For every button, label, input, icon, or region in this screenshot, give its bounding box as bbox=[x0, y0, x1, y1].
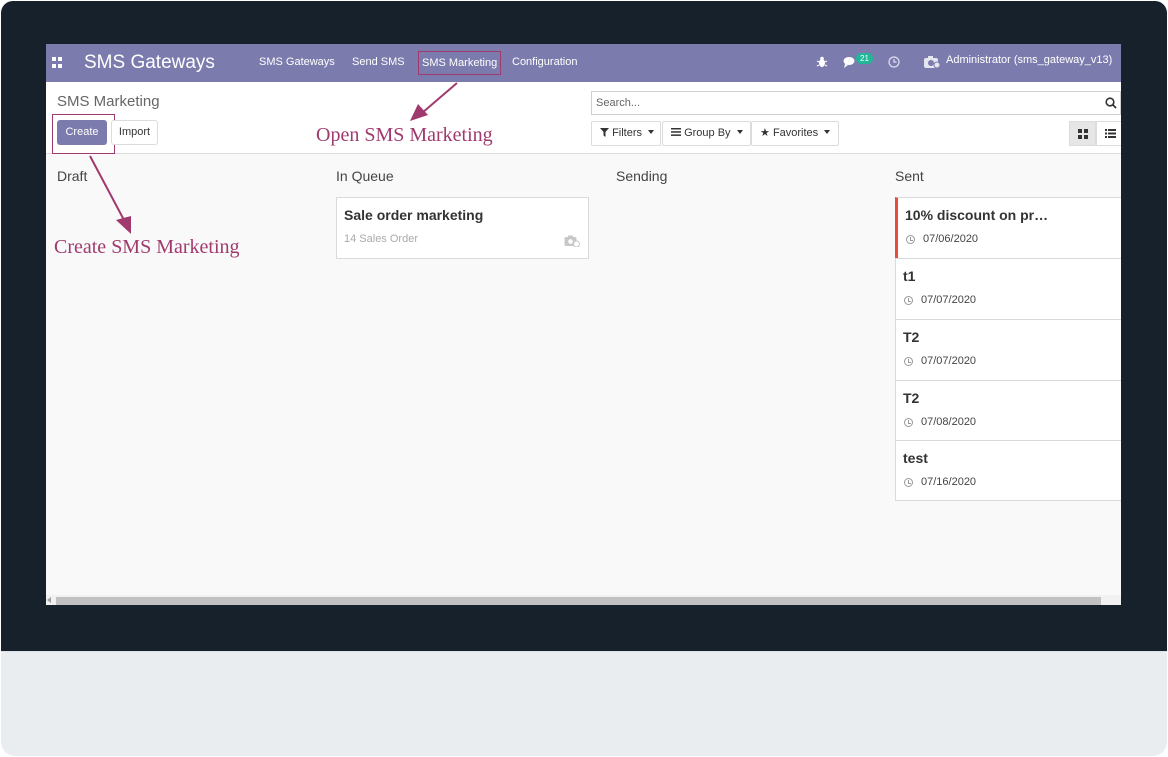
import-button[interactable]: Import bbox=[111, 120, 158, 145]
annotation-open: Open SMS Marketing bbox=[316, 124, 493, 146]
star-icon: ★ bbox=[760, 127, 770, 139]
messages-count-badge: 21 bbox=[856, 53, 873, 64]
horizontal-scrollbar[interactable] bbox=[46, 595, 1121, 605]
kanban-card[interactable]: 10% discount on pr… 07/06/2020 bbox=[895, 197, 1121, 259]
card-title: T2 bbox=[903, 390, 920, 406]
clock-icon bbox=[906, 235, 915, 244]
filter-icon bbox=[600, 128, 609, 137]
clock-icon bbox=[904, 296, 913, 305]
filters-button[interactable]: Filters bbox=[591, 121, 661, 146]
menu-sms-marketing[interactable]: SMS Marketing bbox=[418, 51, 502, 75]
user-name: Administrator (sms_gateway_v13) bbox=[946, 54, 1113, 66]
user-menu[interactable]: Administrator (sms_gateway_v13) bbox=[946, 54, 1121, 66]
favorites-button[interactable]: ★ Favorites bbox=[751, 121, 839, 146]
chat-icon[interactable] bbox=[843, 56, 857, 69]
card-title: test bbox=[903, 450, 928, 466]
card-date: 07/07/2020 bbox=[921, 355, 977, 367]
menu-sms-gateways[interactable]: SMS Gateways bbox=[259, 56, 335, 68]
monitor-stand bbox=[1, 651, 1167, 756]
app-brand: SMS Gateways bbox=[84, 52, 215, 73]
column-title-sent[interactable]: Sent bbox=[895, 168, 924, 184]
control-panel: SMS Marketing Create Import Filters Grou… bbox=[46, 82, 1121, 154]
card-subtitle: 14 Sales Order bbox=[344, 233, 418, 245]
create-button-highlight: Create bbox=[52, 114, 115, 154]
column-title-draft[interactable]: Draft bbox=[57, 168, 87, 184]
clock-icon[interactable] bbox=[888, 56, 900, 68]
filters-label: Filters bbox=[612, 127, 643, 139]
groupby-label: Group By bbox=[684, 127, 731, 139]
page-title: SMS Marketing bbox=[57, 93, 160, 110]
favorites-label: Favorites bbox=[772, 127, 819, 139]
kanban-card[interactable]: T2 07/08/2020 bbox=[895, 380, 1121, 442]
kanban-card[interactable]: Sale order marketing 14 Sales Order bbox=[336, 197, 589, 259]
card-date: 07/08/2020 bbox=[921, 416, 977, 428]
menu-send-sms[interactable]: Send SMS bbox=[352, 56, 405, 68]
clock-icon bbox=[904, 418, 913, 427]
top-navbar: SMS Gateways SMS Gateways Send SMS SMS M… bbox=[46, 44, 1121, 82]
card-title: 10% discount on pr… bbox=[905, 207, 1049, 223]
monitor-frame: SMS Gateways SMS Gateways Send SMS SMS M… bbox=[0, 0, 1168, 757]
kanban-board: Draft In Queue Sending Sent Sale order m… bbox=[46, 155, 1121, 595]
kanban-card[interactable]: test 07/16/2020 bbox=[895, 440, 1121, 501]
card-date: 07/07/2020 bbox=[921, 294, 977, 306]
bug-icon[interactable] bbox=[816, 56, 828, 68]
scrollbar-thumb[interactable] bbox=[56, 597, 1101, 605]
card-date: 07/06/2020 bbox=[923, 233, 979, 245]
annotation-create: Create SMS Marketing bbox=[54, 236, 240, 258]
search-bar bbox=[591, 91, 1121, 115]
card-title: T2 bbox=[903, 329, 920, 345]
column-title-sending[interactable]: Sending bbox=[616, 168, 667, 184]
kanban-view-button[interactable] bbox=[1069, 121, 1096, 146]
create-button[interactable]: Create bbox=[57, 120, 107, 145]
groupby-button[interactable]: Group By bbox=[662, 121, 751, 146]
card-date: 07/16/2020 bbox=[921, 476, 977, 488]
clock-icon bbox=[904, 478, 913, 487]
card-title: Sale order marketing bbox=[344, 207, 484, 223]
menu-configuration[interactable]: Configuration bbox=[512, 56, 577, 68]
kanban-card[interactable]: T2 07/07/2020 bbox=[895, 319, 1121, 381]
column-title-in-queue[interactable]: In Queue bbox=[336, 168, 394, 184]
kanban-card[interactable]: t1 07/07/2020 bbox=[895, 258, 1121, 320]
list-icon bbox=[1105, 129, 1116, 138]
grid-icon bbox=[1078, 129, 1088, 139]
app-screen: SMS Gateways SMS Gateways Send SMS SMS M… bbox=[46, 44, 1121, 605]
camera-icon bbox=[924, 56, 941, 69]
scroll-left-icon[interactable] bbox=[47, 597, 51, 603]
bars-icon bbox=[671, 128, 681, 136]
search-input[interactable] bbox=[596, 95, 1096, 111]
search-icon[interactable] bbox=[1105, 97, 1117, 109]
card-title: t1 bbox=[903, 268, 916, 284]
clock-icon bbox=[904, 357, 913, 366]
camera-icon bbox=[564, 235, 580, 247]
apps-icon[interactable] bbox=[52, 57, 63, 68]
list-view-button[interactable] bbox=[1096, 121, 1121, 146]
